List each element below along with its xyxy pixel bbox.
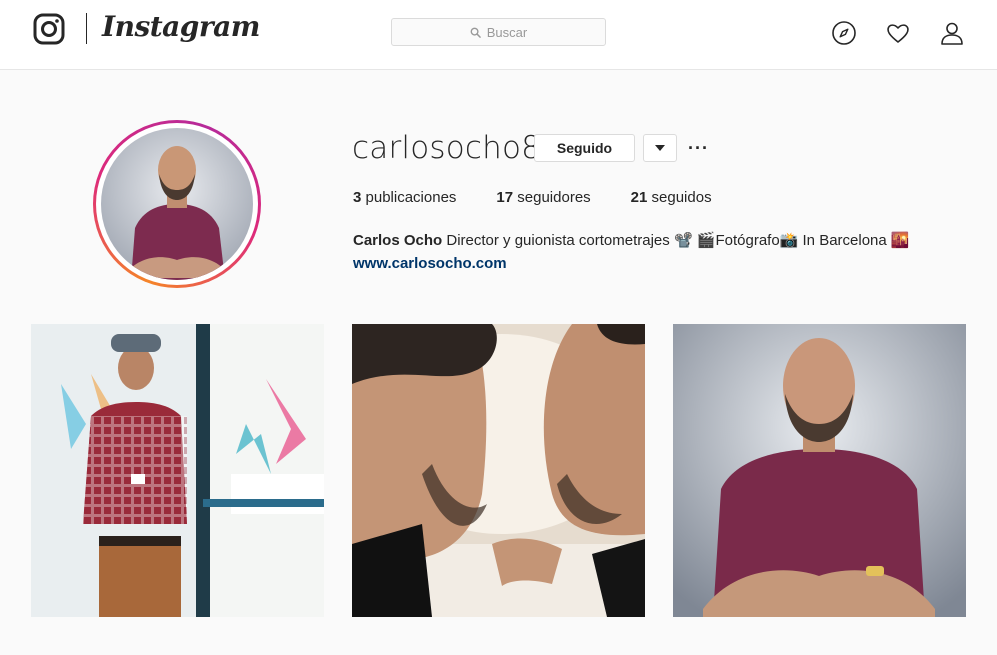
post-image-3 [673,324,966,617]
profile-bio: Carlos Ocho Director y guionista cortome… [353,231,910,249]
profile-avatar-ring[interactable] [93,120,261,288]
post-image-2 [352,324,645,617]
stat-following[interactable]: 21 seguidos [631,189,712,206]
top-navigation-bar: Instagram Buscar [0,0,997,70]
profile-website-link[interactable]: www.carlosocho.com [353,255,507,272]
instagram-wordmark[interactable]: Instagram [102,10,260,43]
post-thumbnail-2[interactable] [352,324,645,617]
following-button[interactable]: Seguido [534,134,635,162]
instagram-glyph-icon[interactable] [33,13,65,45]
search-input[interactable]: Buscar [391,18,606,46]
caret-down-icon [655,145,665,151]
profile-stats: 3 publicaciones 17 seguidores 21 seguido… [353,189,752,206]
compass-icon[interactable] [831,20,857,46]
profile-username: carlosocho8 [352,130,542,166]
more-options-button[interactable]: ··· [688,138,709,159]
stat-followers[interactable]: 17 seguidores [496,189,590,206]
stat-posts: 3 publicaciones [353,189,457,206]
post-thumbnail-1[interactable] [31,324,324,617]
profile-full-name: Carlos Ocho [353,232,443,249]
avatar [101,128,253,280]
post-thumbnail-3[interactable] [673,324,966,617]
post-image-1 [31,324,324,617]
search-icon [470,27,481,38]
heart-icon[interactable] [885,20,911,46]
profile-bio-text: Director y guionista cortometrajes 📽️ 🎬F… [446,232,910,249]
logo-divider [86,13,87,44]
user-icon[interactable] [939,20,965,46]
suggestions-dropdown-button[interactable] [643,134,677,162]
search-placeholder: Buscar [486,24,528,40]
